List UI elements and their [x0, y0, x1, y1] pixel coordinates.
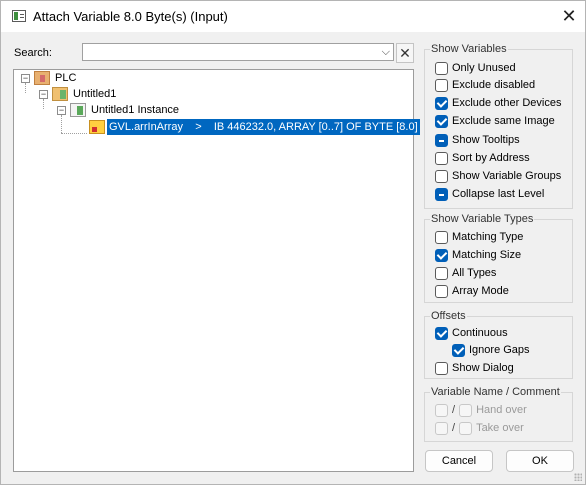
variable-name-hand-over-checkbox[interactable] [435, 403, 448, 417]
collapse-last-level-checkbox[interactable]: Collapse last Level [435, 187, 544, 201]
project-icon [52, 87, 68, 101]
only-unused-checkbox[interactable]: Only Unused [435, 61, 516, 75]
checkbox-label: Show Variable Groups [452, 170, 562, 182]
checkbox-box[interactable] [435, 361, 448, 375]
attach-variable-dialog: Attach Variable 8.0 Byte(s) (Input) ✕ Se… [0, 0, 586, 485]
tree-node-label: PLC [55, 72, 77, 84]
tree-node-plc[interactable]: − PLC [14, 70, 134, 86]
matching-size-checkbox[interactable]: Matching Size [435, 248, 521, 262]
checkbox-label: Exclude same Image [452, 115, 555, 127]
chevron-down-icon[interactable]: ⌵ [382, 44, 390, 60]
group-title: Show Variable Types [430, 213, 535, 225]
close-icon: ✕ [399, 45, 411, 61]
checkbox-label: Only Unused [452, 62, 516, 74]
checkbox-box[interactable] [435, 78, 448, 92]
checkbox-label: All Types [452, 267, 497, 279]
take-over-label: Take over [476, 422, 524, 434]
separator: / [452, 404, 456, 416]
close-button[interactable]: ✕ [553, 1, 585, 32]
collapse-icon[interactable]: − [21, 74, 30, 83]
cancel-button[interactable]: Cancel [425, 450, 493, 472]
show-variable-types-group: Show Variable Types Matching Type Matchi… [424, 213, 573, 303]
exclude-same-image-checkbox[interactable]: Exclude same Image [435, 114, 555, 128]
checkbox-label: Exclude disabled [452, 79, 536, 91]
search-input[interactable] [83, 44, 373, 60]
variable-tree[interactable]: − PLC − Untitled1 − Untitled1 Instance G… [13, 69, 420, 472]
checkbox-label: Show Tooltips [452, 134, 520, 146]
dialog-title: Attach Variable 8.0 Byte(s) (Input) [33, 9, 228, 24]
checkbox-box[interactable] [435, 61, 448, 75]
ok-button[interactable]: OK [506, 450, 574, 472]
search-combobox[interactable]: ⌵ [82, 43, 394, 61]
checkbox-label: Exclude other Devices [452, 97, 562, 109]
variable-name-take-over-checkbox[interactable] [435, 421, 448, 435]
show-dialog-checkbox[interactable]: Show Dialog [435, 361, 514, 375]
instance-icon [70, 103, 86, 117]
show-variable-groups-checkbox[interactable]: Show Variable Groups [435, 169, 561, 183]
matching-type-checkbox[interactable]: Matching Type [435, 230, 523, 244]
checkbox-box[interactable] [452, 343, 465, 357]
exclude-disabled-checkbox[interactable]: Exclude disabled [435, 78, 535, 92]
checkbox-box[interactable] [435, 187, 448, 201]
all-types-checkbox[interactable]: All Types [435, 266, 496, 280]
checkbox-box[interactable] [435, 96, 448, 110]
collapse-icon[interactable]: − [39, 90, 48, 99]
checkbox-label: Matching Type [452, 231, 524, 243]
group-title: Show Variables [430, 43, 508, 55]
checkbox-box[interactable] [435, 169, 448, 183]
checkbox-label: Continuous [452, 327, 508, 339]
checkbox-box[interactable] [435, 266, 448, 280]
hand-over-label: Hand over [476, 404, 527, 416]
sort-by-address-checkbox[interactable]: Sort by Address [435, 151, 530, 165]
checkbox-label: Collapse last Level [452, 188, 545, 200]
group-title: Offsets [430, 310, 467, 322]
variable-name-comment-group: Variable Name / Comment / Hand over / Ta… [424, 386, 573, 442]
ignore-gaps-checkbox[interactable]: Ignore Gaps [452, 343, 530, 357]
search-label: Search: [14, 47, 52, 59]
show-variables-group: Show Variables Only Unused Exclude disab… [424, 43, 573, 209]
checkbox-label: Array Mode [452, 285, 509, 297]
checkbox-label: Sort by Address [452, 152, 530, 164]
separator: / [452, 422, 456, 434]
checkbox-box[interactable] [435, 230, 448, 244]
tree-node-variable[interactable]: GVL.arrInArray > IB 446232.0, ARRAY [0..… [14, 119, 420, 135]
continuous-checkbox[interactable]: Continuous [435, 326, 508, 340]
comment-hand-over-checkbox[interactable] [459, 403, 473, 417]
clear-search-button[interactable]: ✕ [396, 43, 414, 63]
checkbox-box[interactable] [435, 133, 448, 147]
app-icon [12, 10, 26, 22]
comment-take-over-checkbox[interactable] [459, 421, 473, 435]
checkbox-label: Matching Size [452, 249, 522, 261]
tree-node-instance[interactable]: − Untitled1 Instance [14, 102, 214, 118]
variable-icon [89, 120, 105, 134]
close-icon: ✕ [561, 6, 577, 26]
plc-icon [34, 71, 50, 85]
checkbox-label: Show Dialog [452, 362, 514, 374]
checkbox-box[interactable] [435, 248, 448, 262]
tree-node-project[interactable]: − Untitled1 [14, 86, 154, 102]
offsets-group: Offsets Continuous Ignore Gaps Show Dial… [424, 310, 573, 379]
checkbox-box[interactable] [435, 114, 448, 128]
checkbox-box[interactable] [435, 151, 448, 165]
checkbox-box[interactable] [435, 326, 448, 340]
collapse-icon[interactable]: − [57, 106, 66, 115]
exclude-other-devices-checkbox[interactable]: Exclude other Devices [435, 96, 561, 110]
tree-node-label-selected: GVL.arrInArray > IB 446232.0, ARRAY [0..… [107, 119, 420, 135]
array-mode-checkbox[interactable]: Array Mode [435, 284, 509, 298]
tree-node-label: Untitled1 Instance [91, 104, 180, 116]
tree-node-label: Untitled1 [73, 88, 117, 100]
show-tooltips-checkbox[interactable]: Show Tooltips [435, 133, 520, 147]
checkbox-label: Ignore Gaps [469, 344, 530, 356]
group-title: Variable Name / Comment [430, 386, 561, 398]
checkbox-box[interactable] [435, 284, 448, 298]
resize-grip-icon[interactable] [574, 473, 582, 481]
hand-over-row: / Hand over [435, 403, 527, 417]
title-bar: Attach Variable 8.0 Byte(s) (Input) ✕ [1, 1, 585, 32]
take-over-row: / Take over [435, 421, 524, 435]
